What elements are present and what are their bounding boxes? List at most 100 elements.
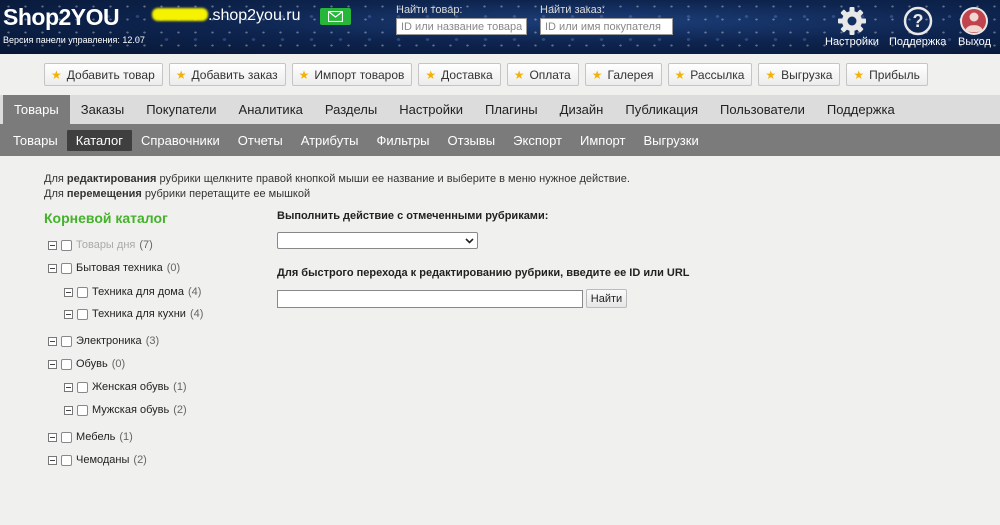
menu-support[interactable]: Поддержка (816, 95, 906, 124)
product-search-label: Найти товар: (396, 4, 463, 16)
quick-payment-button[interactable]: ★ Оплата (506, 63, 579, 86)
gear-icon (837, 7, 866, 35)
tree-checkbox[interactable] (77, 286, 88, 298)
menu-customers[interactable]: Покупатели (135, 95, 227, 124)
support-nav[interactable]: ? Поддержка (889, 6, 946, 48)
order-search: Найти заказ: (540, 4, 673, 35)
logo[interactable]: Shop2YOU (3, 4, 120, 31)
envelope-icon (328, 11, 343, 22)
star-icon: ★ (51, 67, 62, 82)
tree-checkbox[interactable] (77, 381, 88, 393)
quick-export-button[interactable]: ★ Выгрузка (758, 63, 841, 86)
star-icon: ★ (175, 67, 187, 82)
product-search: Найти товар: (396, 4, 527, 35)
tree-checkbox[interactable] (61, 239, 72, 251)
tree-item[interactable]: Электроника (3) (48, 334, 159, 348)
submenu-uploads[interactable]: Выгрузки (634, 130, 707, 151)
submenu-attributes[interactable]: Атрибуты (292, 130, 368, 151)
goto-category-input[interactable] (277, 290, 583, 308)
submenu-export[interactable]: Экспорт (504, 130, 571, 151)
menu-publication[interactable]: Публикация (614, 95, 709, 124)
tree-item[interactable]: Чемоданы (2) (48, 453, 147, 467)
chevron-down-icon (465, 238, 474, 244)
quick-add-product-button[interactable]: ★ Добавить товар (44, 63, 163, 86)
collapse-toggle[interactable] (48, 455, 57, 465)
find-button[interactable]: Найти (586, 289, 627, 308)
menu-users[interactable]: Пользователи (709, 95, 816, 124)
submenu-reviews[interactable]: Отзывы (439, 130, 505, 151)
collapse-toggle[interactable] (64, 382, 73, 392)
star-icon: ★ (674, 67, 686, 82)
root-catalog-title[interactable]: Корневой каталог (44, 210, 168, 226)
menu-analytics[interactable]: Аналитика (228, 95, 314, 124)
shop-domain-link[interactable]: .shop2you.ru (152, 7, 301, 25)
logout-nav[interactable]: Выход (958, 6, 991, 48)
collapse-toggle[interactable] (64, 405, 73, 415)
bulk-action-select[interactable] (277, 232, 478, 249)
bulk-action-label: Выполнить действие с отмеченными рубрика… (277, 210, 549, 222)
tree-item[interactable]: Техника для кухни (4) (64, 307, 203, 321)
submenu-catalog[interactable]: Каталог (66, 129, 132, 151)
redacted-domain-part (152, 8, 208, 21)
tree-checkbox[interactable] (61, 335, 72, 347)
collapse-toggle[interactable] (48, 359, 57, 369)
top-header: Shop2YOU Версия панели управления: 12.07… (0, 0, 1000, 54)
settings-nav[interactable]: Настройки (825, 6, 879, 48)
collapse-toggle[interactable] (48, 432, 57, 442)
quick-delivery-button[interactable]: ★ Доставка (418, 63, 501, 86)
tree-item[interactable]: Женская обувь (1) (64, 380, 187, 394)
submenu-reports[interactable]: Отчеты (229, 130, 292, 151)
panel-version: Версия панели управления: 12.07 (3, 35, 145, 45)
tree-item[interactable]: Техника для дома (4) (64, 285, 201, 299)
user-avatar-icon (960, 7, 989, 35)
collapse-toggle[interactable] (64, 309, 73, 319)
menu-plugins[interactable]: Плагины (474, 95, 549, 124)
move-hint: Для перемещения рубрики перетащите ее мы… (44, 188, 311, 200)
help-icon: ? (903, 6, 932, 36)
edit-hint: Для редактирования рубрики щелкните прав… (44, 173, 630, 185)
star-icon: ★ (513, 67, 525, 82)
submenu-directories[interactable]: Справочники (132, 130, 229, 151)
menu-products[interactable]: Товары (3, 95, 70, 124)
support-label: Поддержка (889, 36, 947, 48)
collapse-toggle[interactable] (64, 287, 73, 297)
quick-import-products-button[interactable]: ★ Импорт товаров (291, 63, 413, 86)
menu-orders[interactable]: Заказы (70, 95, 135, 124)
tree-checkbox[interactable] (61, 454, 72, 466)
messages-button[interactable] (320, 8, 351, 25)
star-icon: ★ (765, 67, 777, 82)
tree-checkbox[interactable] (77, 404, 88, 416)
star-icon: ★ (591, 67, 603, 82)
order-search-label: Найти заказ: (540, 4, 605, 16)
quick-mailing-button[interactable]: ★ Рассылка (667, 63, 753, 86)
logout-label: Выход (958, 36, 991, 48)
goto-label: Для быстрого перехода к редактированию р… (277, 267, 690, 279)
collapse-toggle[interactable] (48, 263, 57, 273)
tree-item[interactable]: Мебель (1) (48, 430, 133, 444)
tree-checkbox[interactable] (61, 262, 72, 274)
quick-profit-button[interactable]: ★ Прибыль (846, 63, 928, 86)
tree-item[interactable]: Мужская обувь (2) (64, 403, 187, 417)
tree-item[interactable]: Обувь (0) (48, 357, 125, 371)
collapse-toggle[interactable] (48, 336, 57, 346)
star-icon: ★ (425, 67, 437, 82)
main-menu: Товары Заказы Покупатели Аналитика Разде… (0, 95, 1000, 124)
menu-design[interactable]: Дизайн (549, 95, 615, 124)
svg-text:?: ? (912, 11, 923, 31)
tree-checkbox[interactable] (61, 358, 72, 370)
sub-menu: Товары Каталог Справочники Отчеты Атрибу… (0, 124, 1000, 156)
submenu-products[interactable]: Товары (4, 130, 67, 151)
tree-item[interactable]: Бытовая техника (0) (48, 261, 180, 275)
menu-sections[interactable]: Разделы (314, 95, 388, 124)
collapse-toggle[interactable] (48, 240, 57, 250)
product-search-input[interactable] (396, 18, 527, 35)
quick-add-order-button[interactable]: ★ Добавить заказ (168, 63, 286, 86)
tree-checkbox[interactable] (61, 431, 72, 443)
order-search-input[interactable] (540, 18, 673, 35)
submenu-import[interactable]: Импорт (571, 130, 634, 151)
tree-checkbox[interactable] (77, 308, 88, 320)
menu-settings[interactable]: Настройки (388, 95, 474, 124)
submenu-filters[interactable]: Фильтры (368, 130, 439, 151)
quick-gallery-button[interactable]: ★ Галерея (584, 63, 662, 86)
tree-item[interactable]: Товары дня (7) (48, 238, 153, 252)
